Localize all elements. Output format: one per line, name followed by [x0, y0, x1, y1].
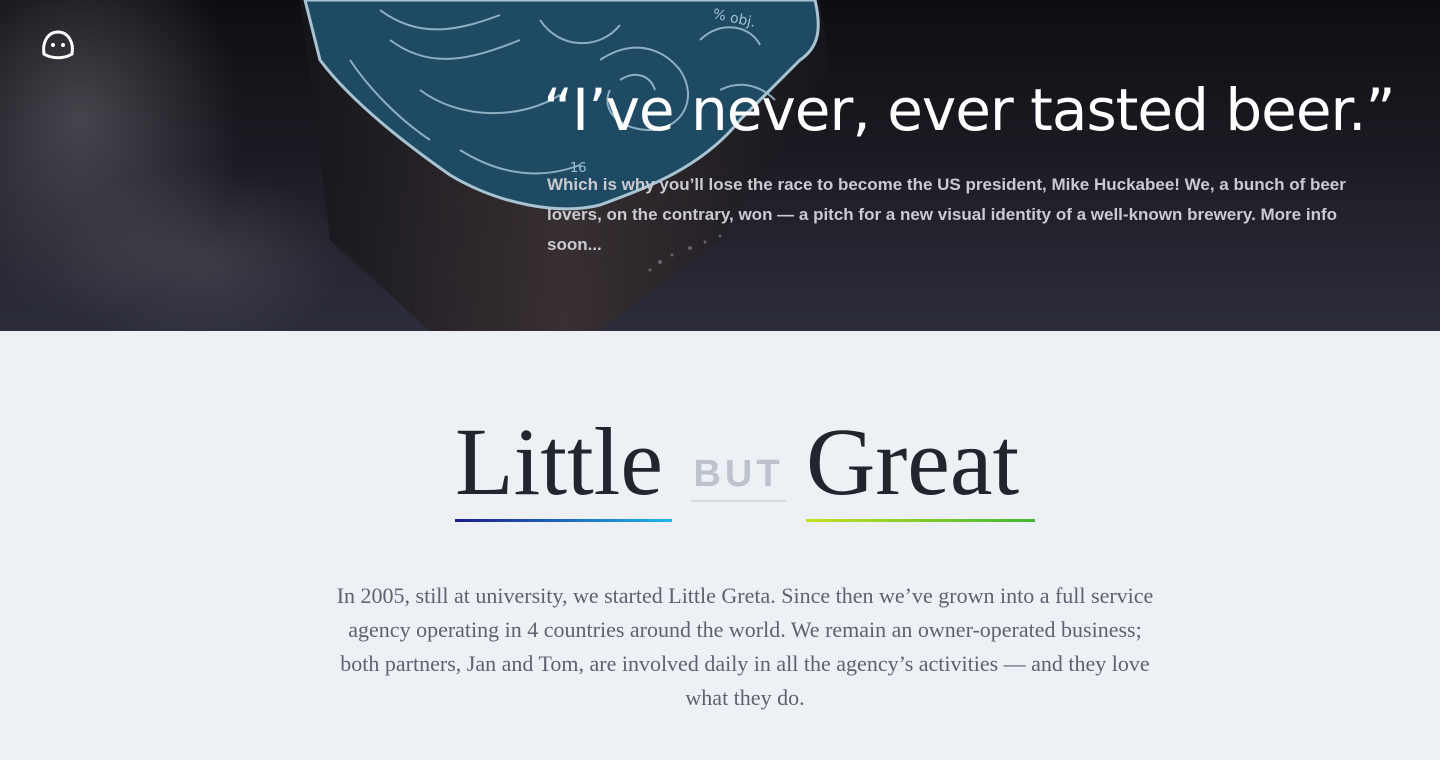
great-gradient-underline	[806, 519, 1035, 522]
beer-bottle-label-photo: % obj. 16	[0, 0, 830, 331]
but-underline	[691, 500, 786, 502]
smiley-face-logo-icon[interactable]	[40, 28, 76, 60]
headline-word-little: Little	[455, 408, 663, 515]
hero-quote: “I’ve never, ever tasted beer.”	[543, 76, 1396, 144]
about-section: Little BUT Great In 2005, still at unive…	[0, 331, 1440, 760]
headline-connector-but: BUT	[693, 453, 784, 495]
intro-paragraph: In 2005, still at university, we started…	[336, 583, 1154, 710]
hero-description: Which is why you’ll lose the race to bec…	[547, 175, 1346, 254]
hero-banner: % obj. 16 “I’ve never, ever tasted beer.…	[0, 0, 1440, 331]
headline: Little BUT Great	[0, 412, 1440, 532]
headline-word-great: Great	[806, 408, 1020, 515]
little-gradient-underline	[455, 519, 672, 522]
